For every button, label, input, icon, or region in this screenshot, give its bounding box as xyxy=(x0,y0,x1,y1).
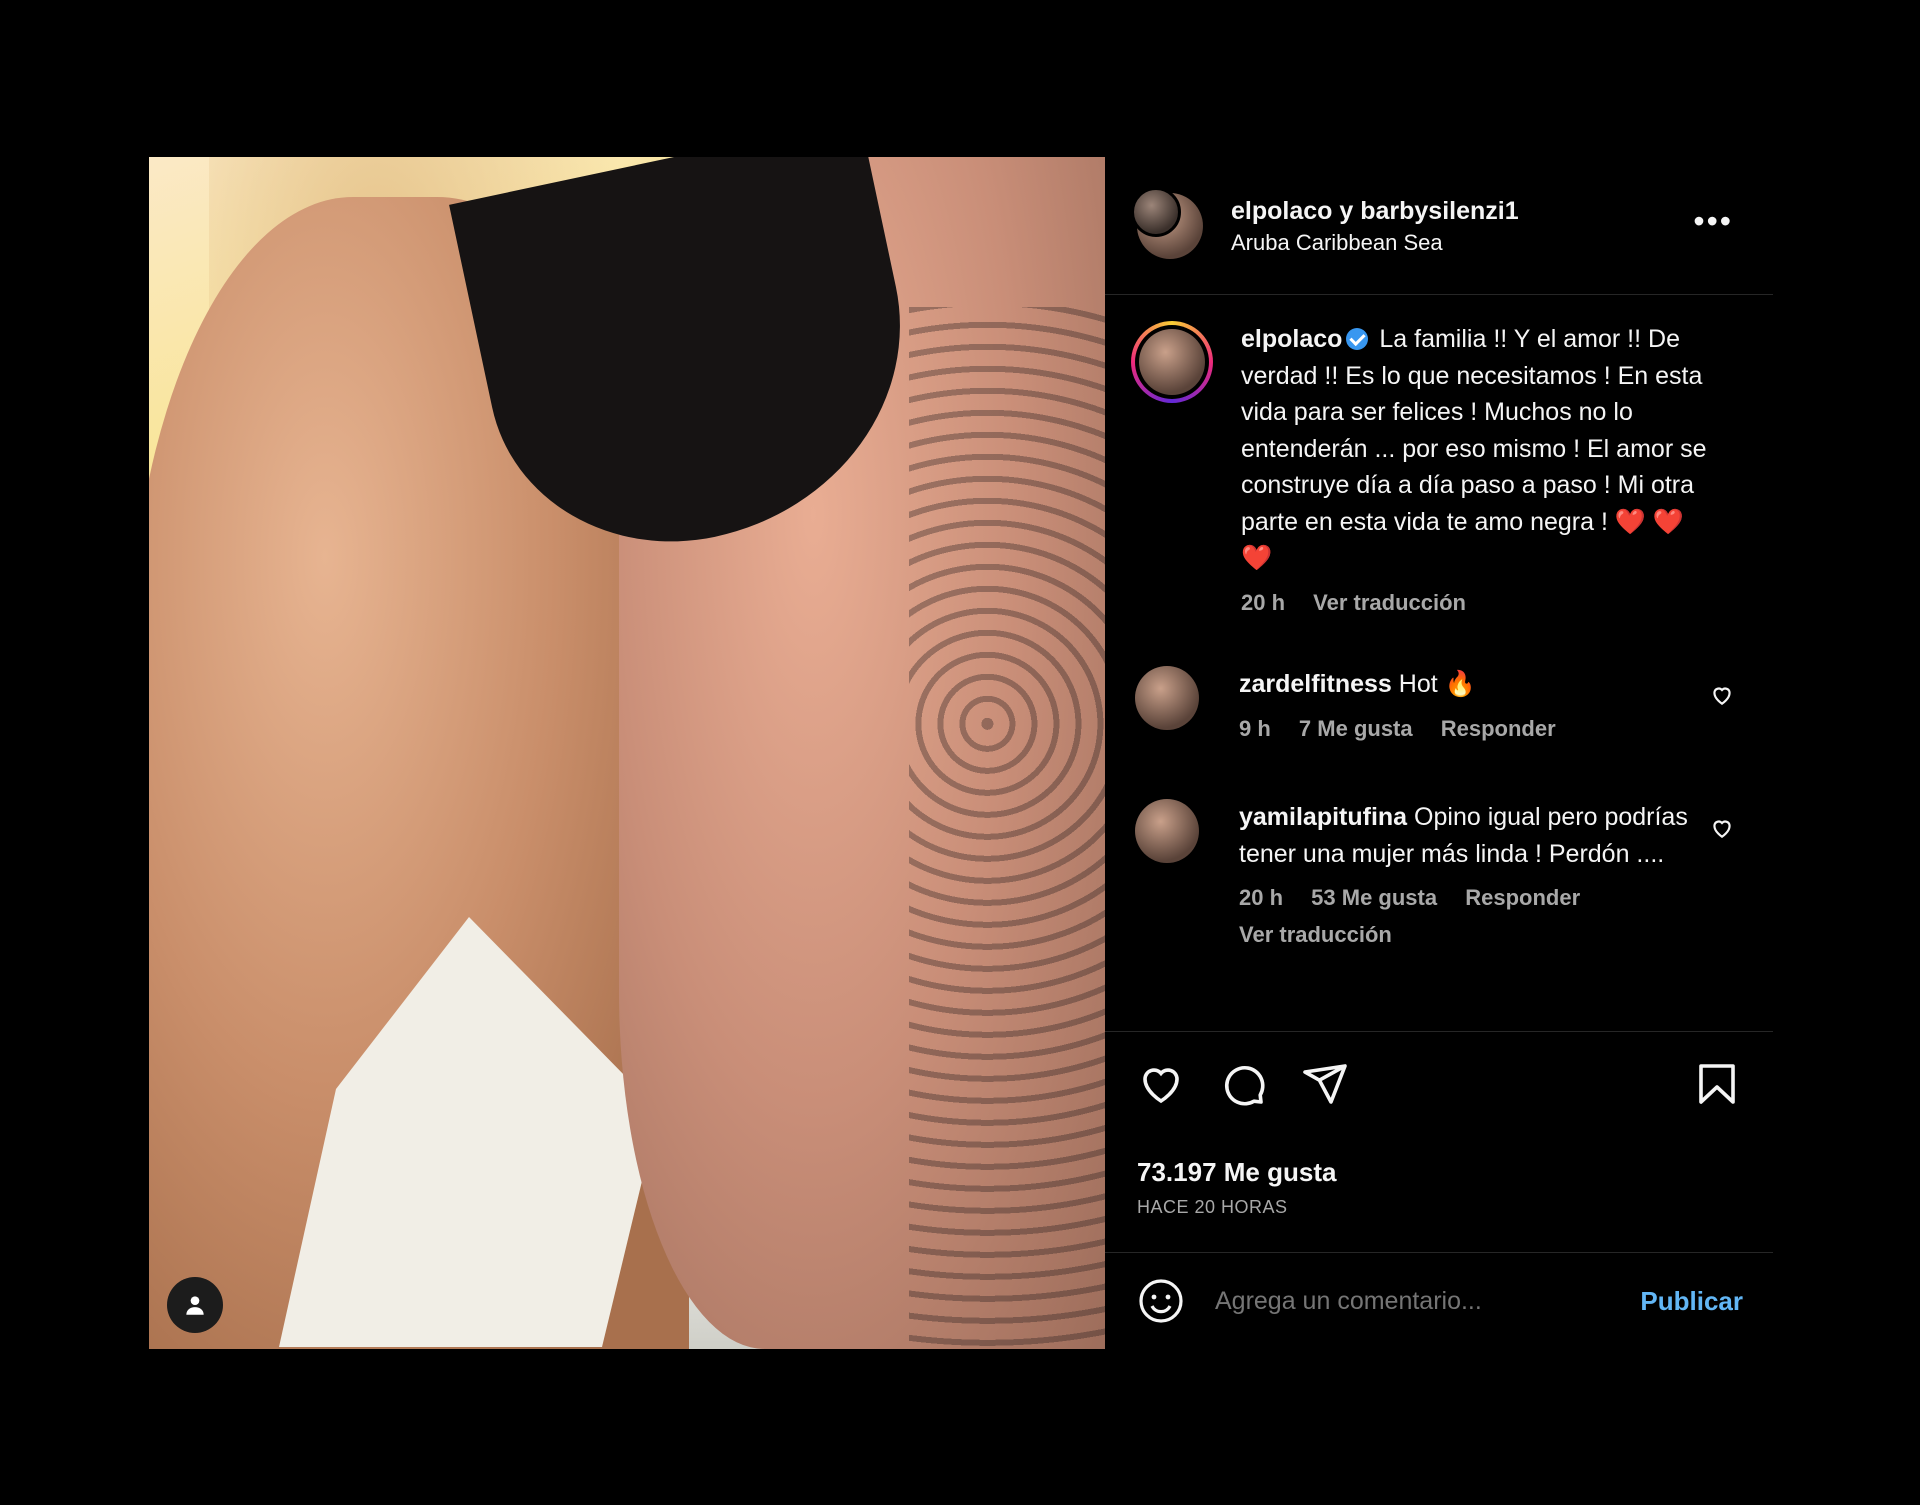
caption-translate[interactable]: Ver traducción xyxy=(1313,590,1466,615)
post-authors[interactable]: elpolaco y barbysilenzi1 xyxy=(1231,194,1519,228)
post-header: elpolaco y barbysilenzi1 Aruba Caribbean… xyxy=(1105,157,1773,295)
comment-avatar[interactable] xyxy=(1135,799,1199,863)
post-header-names: elpolaco y barbysilenzi1 Aruba Caribbean… xyxy=(1231,194,1519,258)
post-location[interactable]: Aruba Caribbean Sea xyxy=(1231,228,1519,258)
comment-translate[interactable]: Ver traducción xyxy=(1239,917,1689,954)
add-comment-bar: Publicar xyxy=(1105,1253,1773,1349)
emoji-icon[interactable] xyxy=(1137,1277,1185,1325)
caption-avatar xyxy=(1139,329,1205,395)
instagram-post: elpolaco y barbysilenzi1 Aruba Caribbean… xyxy=(149,157,1773,1349)
comment-likes[interactable]: 53 Me gusta xyxy=(1311,885,1437,910)
comment-like-heart-icon[interactable] xyxy=(1709,815,1735,841)
comment-reply[interactable]: Responder xyxy=(1441,716,1556,741)
caption-avatar-ring[interactable] xyxy=(1131,321,1213,403)
action-bar xyxy=(1105,1032,1773,1157)
comment-username[interactable]: zardelfitness xyxy=(1239,670,1392,698)
tagged-users-button[interactable] xyxy=(167,1277,223,1333)
comment-username[interactable]: yamilapitufina xyxy=(1239,803,1407,831)
caption-text-block: elpolaco La familia !! Y el amor !! De v… xyxy=(1241,321,1721,621)
comment-input[interactable] xyxy=(1213,1285,1635,1317)
verified-badge-icon xyxy=(1346,328,1369,350)
comment-body: yamilapitufina Opino igual pero podrías … xyxy=(1239,799,1689,953)
comment-body: zardelfitness Hot 🔥 9 h 7 Me gusta Respo… xyxy=(1239,666,1689,747)
comment-avatar[interactable] xyxy=(1135,666,1199,730)
like-heart-icon[interactable] xyxy=(1137,1060,1185,1108)
caption-time[interactable]: 20 h xyxy=(1241,590,1285,615)
post-sidebar: elpolaco y barbysilenzi1 Aruba Caribbean… xyxy=(1105,157,1773,1349)
photo-tattoo xyxy=(909,307,1105,1349)
more-options-icon[interactable]: ••• xyxy=(1693,205,1733,237)
caption-meta: 20 h Ver traducción xyxy=(1241,585,1721,622)
comment-time[interactable]: 9 h xyxy=(1239,716,1271,741)
comment-bubble-icon[interactable] xyxy=(1219,1060,1267,1108)
comments-section[interactable]: elpolaco La familia !! Y el amor !! De v… xyxy=(1105,295,1773,1032)
share-send-icon[interactable] xyxy=(1301,1060,1349,1108)
save-bookmark-icon[interactable] xyxy=(1693,1060,1741,1108)
post-timestamp[interactable]: HACE 20 HORAS xyxy=(1137,1197,1288,1218)
post-photo[interactable] xyxy=(149,157,1105,1349)
comment-meta: 9 h 7 Me gusta Responder xyxy=(1239,711,1689,748)
collab-avatar[interactable] xyxy=(1131,186,1203,259)
comment-likes[interactable]: 7 Me gusta xyxy=(1299,716,1413,741)
comment-like-heart-icon[interactable] xyxy=(1709,682,1735,708)
publish-button[interactable]: Publicar xyxy=(1634,1285,1749,1318)
caption-username[interactable]: elpolaco xyxy=(1241,325,1342,353)
likes-section: 73.197 Me gusta HACE 20 HORAS xyxy=(1105,1157,1773,1253)
comment-text: Hot 🔥 xyxy=(1398,670,1476,698)
caption-body: La familia !! Y el amor !! De verdad !! … xyxy=(1241,325,1707,536)
person-icon xyxy=(186,1296,204,1315)
comment-meta: 20 h 53 Me gusta Responder xyxy=(1239,880,1689,917)
collab-avatar-secondary xyxy=(1131,186,1181,237)
likes-count[interactable]: 73.197 Me gusta xyxy=(1137,1157,1336,1188)
comment-time[interactable]: 20 h xyxy=(1239,885,1283,910)
comment-reply[interactable]: Responder xyxy=(1465,885,1580,910)
